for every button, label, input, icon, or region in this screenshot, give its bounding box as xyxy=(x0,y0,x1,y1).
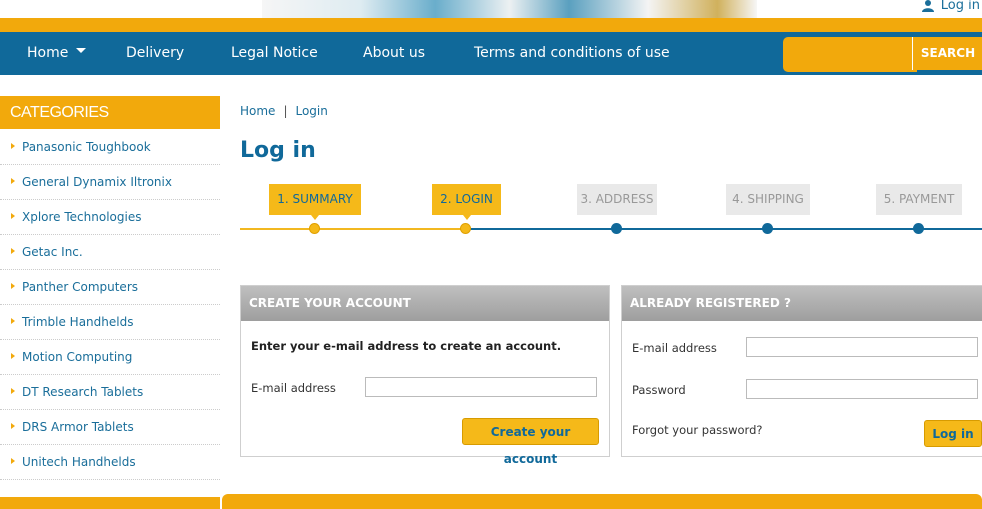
create-email-field[interactable] xyxy=(365,377,597,397)
nav-item-terms[interactable]: Terms and conditions of use xyxy=(474,32,670,75)
progress-line-todo xyxy=(467,228,982,230)
categories-heading: CATEGORIES xyxy=(0,96,220,129)
create-account-panel: CREATE YOUR ACCOUNT Enter your e-mail ad… xyxy=(240,285,610,466)
step-dot-payment xyxy=(913,223,924,234)
login-panel-title: ALREADY REGISTERED ? xyxy=(622,286,982,321)
search-input[interactable] xyxy=(783,37,917,72)
nav-item-home-label[interactable]: Home xyxy=(27,45,68,61)
breadcrumb-separator: | xyxy=(283,104,288,118)
password-label: Password xyxy=(632,383,686,397)
nav-item-about-us[interactable]: About us xyxy=(363,32,425,75)
top-login-link[interactable]: Log in xyxy=(921,0,980,13)
login-button[interactable]: Log in xyxy=(924,420,982,447)
breadcrumb-home[interactable]: Home xyxy=(240,104,275,118)
category-item[interactable]: Getac Inc. xyxy=(0,235,220,270)
step-dot-shipping xyxy=(762,223,773,234)
create-email-label: E-mail address xyxy=(251,381,336,395)
step-shipping: 4. SHIPPING xyxy=(726,184,810,215)
step-summary[interactable]: 1. SUMMARY xyxy=(269,184,361,220)
category-item[interactable]: DRS Armor Tablets xyxy=(0,410,220,445)
user-icon xyxy=(921,0,934,12)
banner-stripe xyxy=(0,18,982,32)
nav-item-home[interactable]: Home xyxy=(27,32,87,75)
create-account-button[interactable]: Create your account xyxy=(462,418,599,466)
banner-image xyxy=(262,0,757,18)
nav-item-delivery[interactable]: Delivery xyxy=(126,32,184,75)
category-item[interactable]: Panther Computers xyxy=(0,270,220,305)
step-dot-summary xyxy=(309,223,320,234)
category-item[interactable]: Panasonic Toughbook xyxy=(0,130,220,165)
step-dot-address xyxy=(611,223,622,234)
category-item[interactable]: Xplore Technologies xyxy=(0,200,220,235)
progress-line-done xyxy=(240,228,467,230)
login-email-field[interactable] xyxy=(746,337,978,357)
footer-contact-bar xyxy=(0,497,220,509)
search-button[interactable]: SEARCH xyxy=(912,37,982,70)
step-dot-login xyxy=(460,223,471,234)
breadcrumb: Home | Login xyxy=(240,104,328,118)
category-list: Panasonic Toughbook General Dynamix Iltr… xyxy=(0,130,220,480)
category-item[interactable]: Trimble Handhelds xyxy=(0,305,220,340)
footer-bar xyxy=(222,494,982,509)
create-account-intro: Enter your e-mail address to create an a… xyxy=(251,339,562,353)
create-account-title: CREATE YOUR ACCOUNT xyxy=(241,286,609,321)
header-banner xyxy=(0,0,982,18)
password-field[interactable] xyxy=(746,379,978,399)
category-item[interactable]: Unitech Handhelds xyxy=(0,445,220,480)
category-item[interactable]: General Dynamix Iltronix xyxy=(0,165,220,200)
step-login: 2. LOGIN xyxy=(432,184,501,220)
forgot-password-link[interactable]: Forgot your password? xyxy=(632,423,762,437)
step-address: 3. ADDRESS xyxy=(577,184,657,215)
login-panel: ALREADY REGISTERED ? E-mail address Pass… xyxy=(621,285,982,457)
chevron-down-icon[interactable] xyxy=(76,47,87,53)
category-item[interactable]: DT Research Tablets xyxy=(0,375,220,410)
login-link-label[interactable]: Log in xyxy=(941,0,980,13)
breadcrumb-current: Login xyxy=(295,104,328,118)
category-item[interactable]: Motion Computing xyxy=(0,340,220,375)
page-title: Log in xyxy=(240,138,316,163)
nav-item-legal-notice[interactable]: Legal Notice xyxy=(231,32,318,75)
step-payment: 5. PAYMENT xyxy=(876,184,962,215)
login-email-label: E-mail address xyxy=(632,341,717,355)
